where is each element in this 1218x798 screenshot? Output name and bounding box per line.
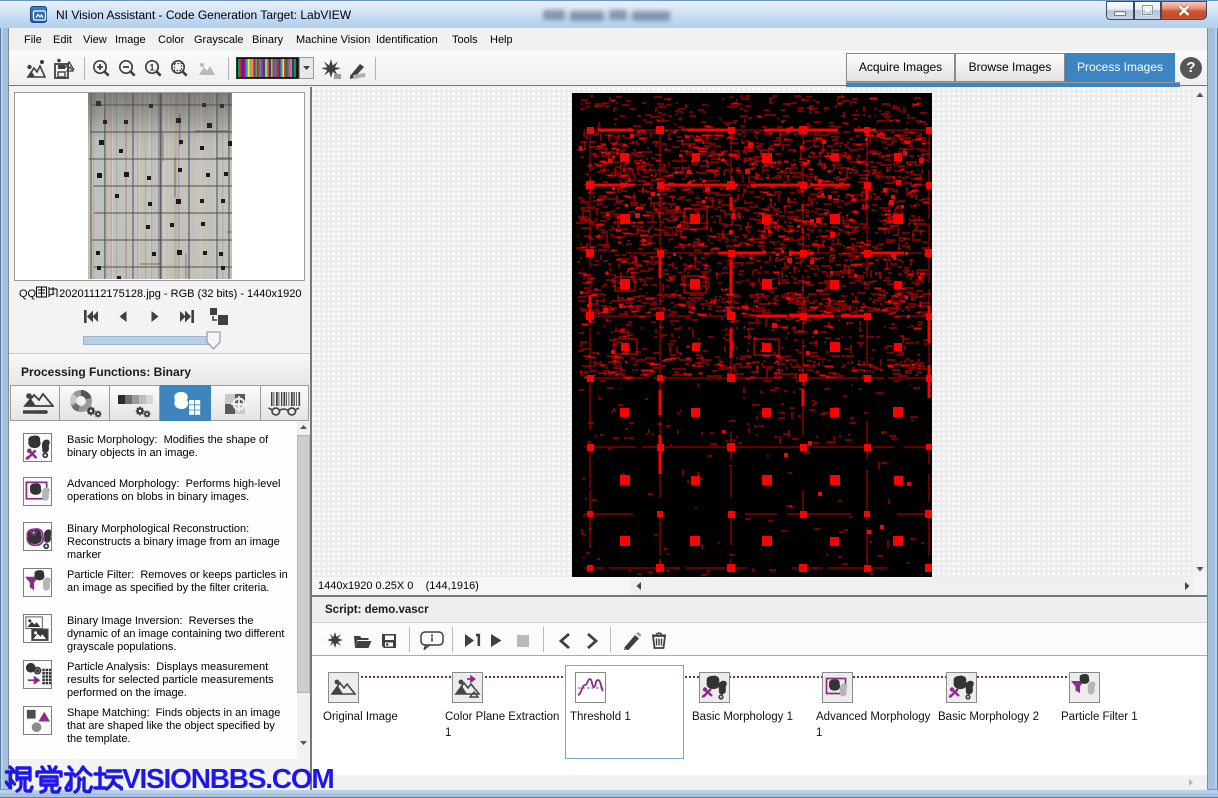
svg-text:1: 1	[149, 63, 154, 73]
